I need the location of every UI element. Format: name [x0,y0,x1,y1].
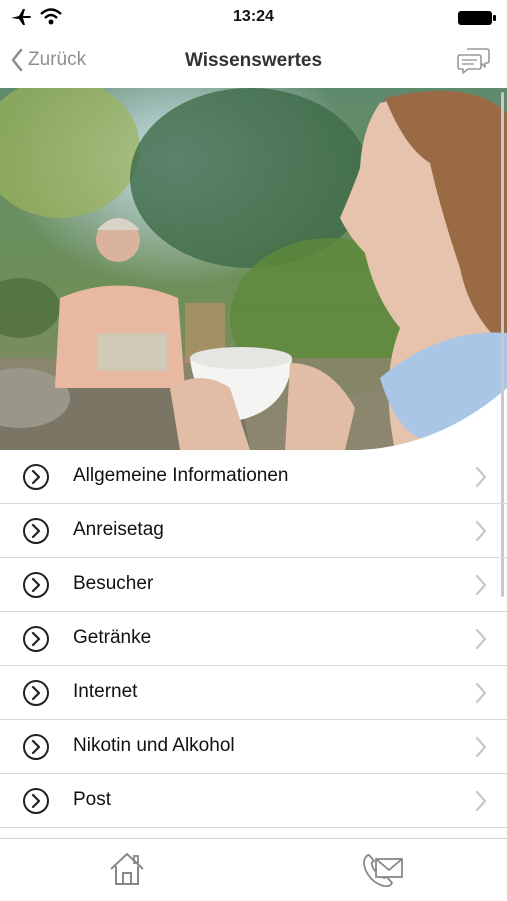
chevron-right-icon [475,520,487,542]
list-item[interactable]: Allgemeine Informationen [0,450,507,504]
page-title: Wissenswertes [184,50,323,71]
status-time: 13:24 [233,8,274,25]
circle-chevron-icon [23,464,49,490]
list-item[interactable]: Nikotin und Alkohol [0,720,507,774]
circle-chevron-icon [23,626,49,652]
circle-chevron-icon [23,518,49,544]
status-bar: 13:24 [0,0,507,36]
chevron-right-icon [475,574,487,596]
list-item-label: Getränke [73,627,152,648]
circle-chevron-icon [23,734,49,760]
circle-chevron-icon [23,680,49,706]
list-item-label: Nikotin und Alkohol [73,735,235,756]
phone-mail-icon[interactable] [360,851,404,889]
list-item[interactable]: Anreisetag [0,504,507,558]
list-item[interactable]: Internet [0,666,507,720]
chevron-right-icon [475,790,487,812]
circle-chevron-icon [23,572,49,598]
chat-bubbles-icon[interactable] [457,46,491,76]
circle-chevron-icon [23,788,49,814]
list-item[interactable]: Getränke [0,612,507,666]
list-item-label: Allgemeine Informationen [73,465,289,486]
info-list: Allgemeine Informationen Anreisetag Besu… [0,450,507,828]
list-item-label: Post [73,789,112,810]
list-item-label: Internet [73,681,138,702]
nav-bar: Zurück Wissenswertes [0,36,507,88]
list-item[interactable]: Besucher [0,558,507,612]
battery-icon [458,11,496,25]
chevron-right-icon [475,736,487,758]
chevron-right-icon [475,682,487,704]
list-item-label: Besucher [73,573,154,594]
list-item[interactable]: Post [0,774,507,828]
chevron-right-icon [475,466,487,488]
hero-image [0,88,507,450]
list-item-label: Anreisetag [73,519,164,540]
tab-bar [0,838,507,901]
chevron-right-icon [475,628,487,650]
home-icon[interactable] [108,851,146,887]
